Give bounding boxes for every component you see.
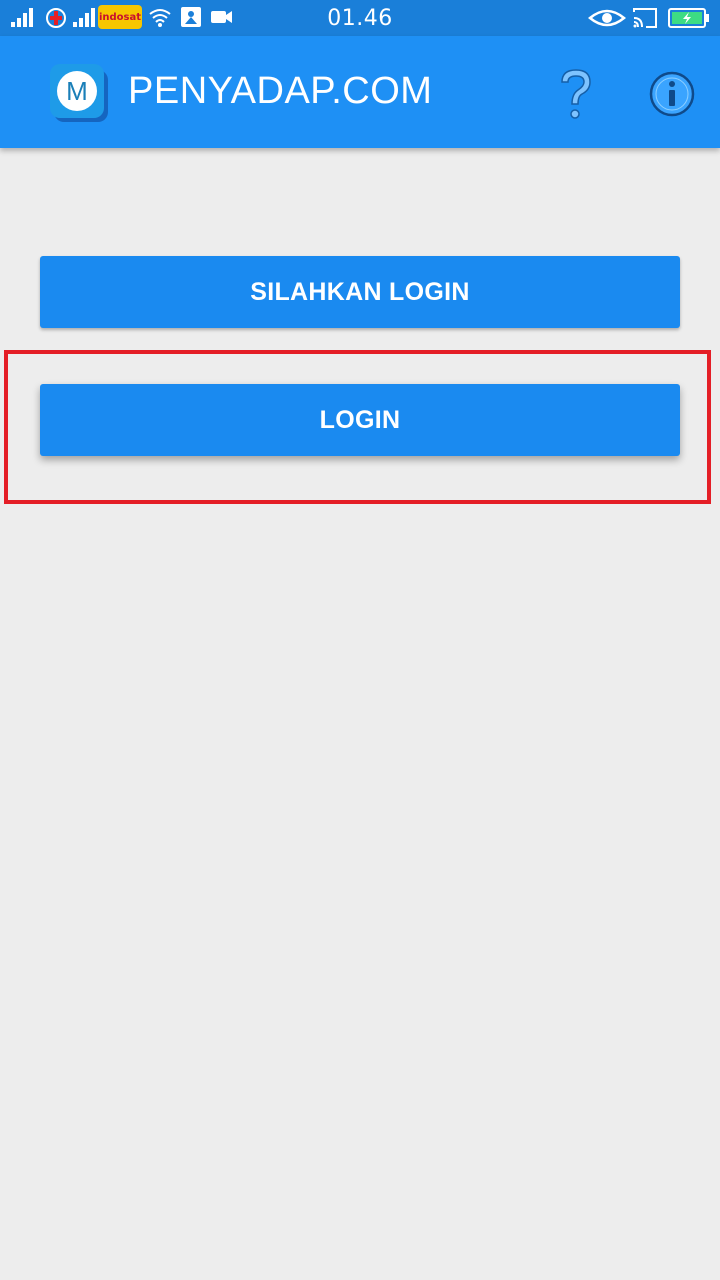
- app-title: PENYADAP.COM: [128, 70, 433, 112]
- eye-icon: [588, 9, 626, 27]
- battery-icon: [668, 8, 709, 28]
- app-bar: M PENYADAP.COM: [0, 36, 720, 148]
- cast-icon: [633, 8, 657, 28]
- app-logo: M: [50, 64, 108, 122]
- silahkan-login-button[interactable]: SILAHKAN LOGIN: [40, 256, 680, 328]
- info-icon[interactable]: [648, 70, 696, 118]
- login-button[interactable]: LOGIN: [40, 384, 680, 456]
- help-icon[interactable]: [554, 66, 598, 122]
- status-bar: indosat 01.46: [0, 0, 720, 36]
- logo-letter: M: [66, 76, 88, 106]
